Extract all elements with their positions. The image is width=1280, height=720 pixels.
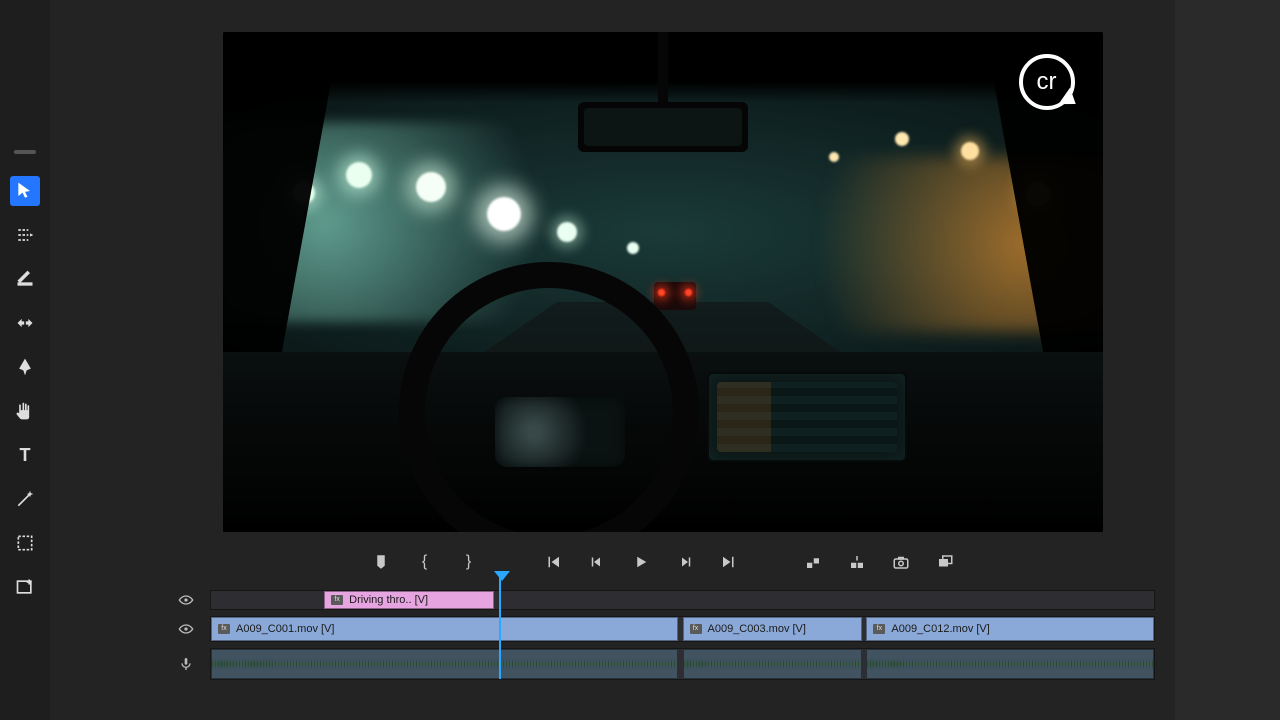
- eye-icon: [178, 592, 194, 608]
- go-to-out-button[interactable]: [718, 551, 740, 573]
- fx-badge-icon: [331, 595, 343, 605]
- pen-tool[interactable]: [10, 352, 40, 382]
- step-back-button[interactable]: [586, 551, 608, 573]
- clip-label: A009_C012.mov [V]: [891, 623, 989, 635]
- bokeh-light: [557, 222, 577, 242]
- car-ahead: [654, 282, 696, 310]
- bokeh-light: [293, 182, 315, 204]
- go-in-icon: [544, 553, 562, 571]
- step-fwd-icon: [676, 553, 694, 571]
- track-v1[interactable]: A009_C001.mov [V] A009_C003.mov [V] A009…: [210, 616, 1155, 642]
- track-select-tool[interactable]: [10, 220, 40, 250]
- bokeh-light: [487, 197, 521, 231]
- selection-tool[interactable]: [10, 176, 40, 206]
- step-back-icon: [588, 553, 606, 571]
- editor-main: cr { }: [50, 0, 1175, 720]
- fx-badge-icon: [690, 624, 702, 634]
- add-caption-icon: [15, 577, 35, 597]
- hand-tool[interactable]: [10, 396, 40, 426]
- track-v1-toggle[interactable]: [170, 616, 202, 642]
- tools-panel: T: [0, 0, 50, 720]
- overlay-icon: [936, 553, 954, 571]
- brace-out-icon: }: [466, 554, 471, 570]
- play-icon: [632, 553, 650, 571]
- timeline-clip[interactable]: A009_C003.mov [V]: [683, 617, 862, 641]
- crop-icon: [15, 533, 35, 553]
- right-gutter: [1175, 0, 1280, 720]
- mark-in-button[interactable]: {: [414, 551, 436, 573]
- razor-tool[interactable]: [10, 264, 40, 294]
- lift-button[interactable]: [802, 551, 824, 573]
- add-caption-tool[interactable]: [10, 572, 40, 602]
- go-to-in-button[interactable]: [542, 551, 564, 573]
- export-frame-button[interactable]: [890, 551, 912, 573]
- video-editor-app: T: [0, 0, 1280, 720]
- razor-icon: [15, 269, 35, 289]
- timeline-clip[interactable]: A009_C012.mov [V]: [866, 617, 1154, 641]
- bokeh-light: [1026, 182, 1050, 206]
- add-marker-button[interactable]: [370, 551, 392, 573]
- crop-tool[interactable]: [10, 528, 40, 558]
- clip-label: A009_C003.mov [V]: [708, 623, 806, 635]
- bokeh-light: [416, 172, 446, 202]
- track-a1[interactable]: [210, 648, 1155, 680]
- clip-label: Driving thro.. [V]: [349, 594, 428, 606]
- ripple-icon: [15, 313, 35, 333]
- mark-out-button[interactable]: }: [458, 551, 480, 573]
- play-button[interactable]: [630, 551, 652, 573]
- wand-icon: [15, 489, 35, 509]
- extract-icon: [848, 553, 866, 571]
- bokeh-light: [895, 132, 909, 146]
- transport-bar: { }: [170, 540, 1155, 584]
- timeline-clip[interactable]: A009_C001.mov [V]: [211, 617, 678, 641]
- watermark-text: cr: [1037, 68, 1057, 96]
- track-select-icon: [15, 225, 35, 245]
- type-icon: T: [20, 445, 31, 466]
- marker-icon: [372, 553, 390, 571]
- preview-glow-left: [223, 122, 663, 322]
- camera-icon: [892, 553, 910, 571]
- extract-button[interactable]: [846, 551, 868, 573]
- magic-tool[interactable]: [10, 484, 40, 514]
- lane-marker: [662, 466, 664, 532]
- toolbar-handle[interactable]: [14, 150, 36, 154]
- eye-icon: [178, 621, 194, 637]
- watermark-badge: cr: [1019, 54, 1075, 110]
- pen-icon: [15, 357, 35, 377]
- ripple-edit-tool[interactable]: [10, 308, 40, 338]
- cursor-icon: [15, 181, 35, 201]
- track-v2-toggle[interactable]: [170, 590, 202, 610]
- fx-badge-icon: [873, 624, 885, 634]
- timeline-clip[interactable]: Driving thro.. [V]: [324, 591, 494, 609]
- brace-in-icon: {: [422, 554, 427, 570]
- bokeh-light: [829, 152, 839, 162]
- hand-icon: [15, 401, 35, 421]
- type-tool[interactable]: T: [10, 440, 40, 470]
- program-monitor-wrap: cr: [170, 32, 1155, 532]
- bokeh-light: [346, 162, 372, 188]
- track-v2[interactable]: Driving thro.. [V]: [210, 590, 1155, 610]
- go-out-icon: [720, 553, 738, 571]
- program-monitor[interactable]: cr: [223, 32, 1103, 532]
- clip-label: A009_C001.mov [V]: [236, 623, 334, 635]
- timeline-audio-clip[interactable]: [866, 649, 1154, 679]
- insert-overlay-button[interactable]: [934, 551, 956, 573]
- step-forward-button[interactable]: [674, 551, 696, 573]
- mic-icon: [178, 656, 194, 672]
- track-a1-toggle[interactable]: [170, 648, 202, 680]
- fx-badge-icon: [218, 624, 230, 634]
- lift-icon: [804, 553, 822, 571]
- timeline-panel: Driving thro.. [V] A009_C001.mov [V] A00…: [170, 590, 1155, 680]
- timeline-audio-clip[interactable]: [211, 649, 678, 679]
- timeline-audio-clip[interactable]: [683, 649, 862, 679]
